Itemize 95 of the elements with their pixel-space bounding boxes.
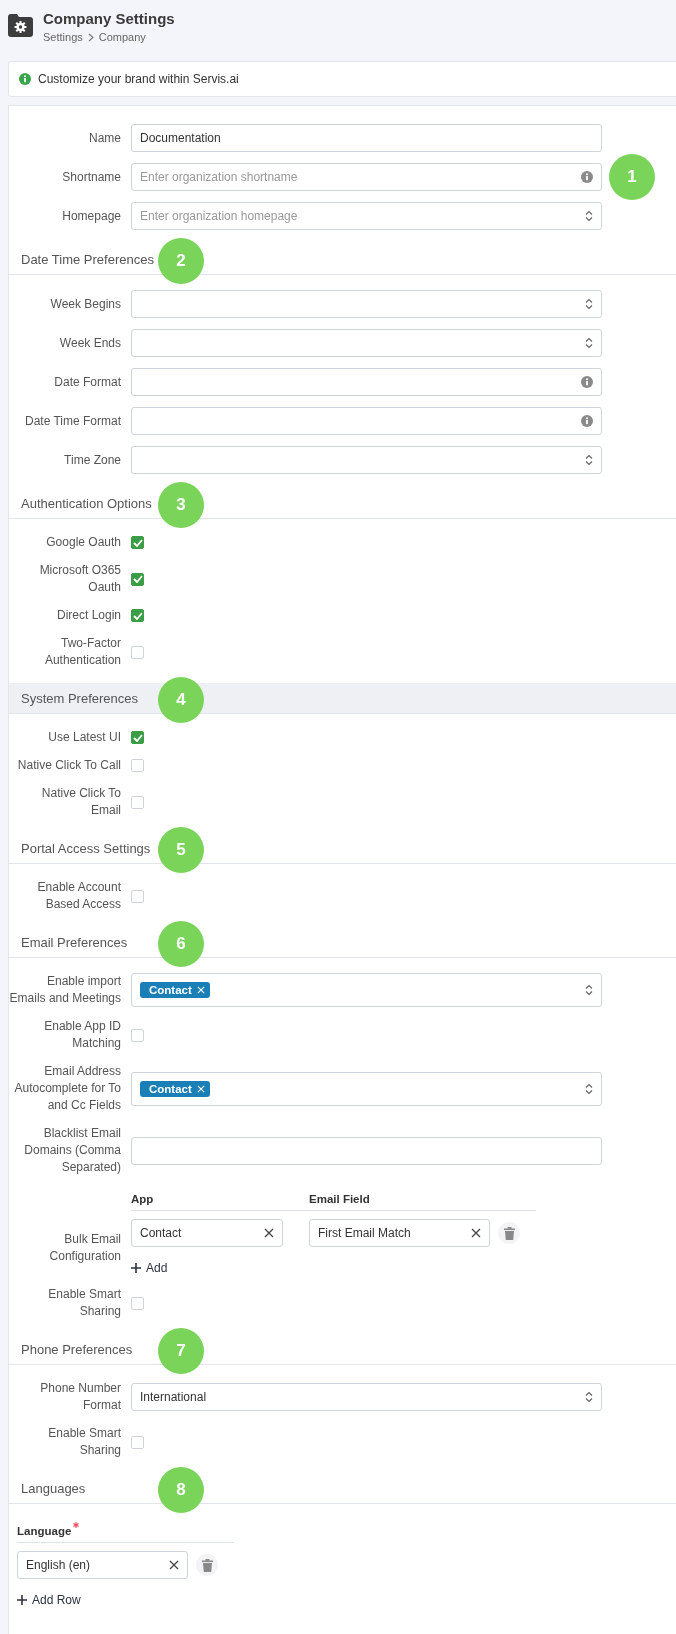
plus-icon bbox=[17, 1595, 27, 1605]
select-field[interactable] bbox=[131, 329, 602, 357]
select-field[interactable] bbox=[131, 446, 602, 474]
select-field[interactable] bbox=[131, 290, 602, 318]
section-heading: Languages bbox=[21, 1480, 86, 1496]
close-icon bbox=[471, 1228, 481, 1238]
field-label: Use Latest UI bbox=[47, 729, 121, 746]
select-field[interactable]: Enter organization homepage bbox=[131, 202, 602, 230]
field-label: Phone Number Format bbox=[39, 1380, 121, 1414]
text-field[interactable] bbox=[131, 407, 602, 435]
section-heading: System Preferences bbox=[21, 690, 139, 706]
remove-tag-button[interactable] bbox=[196, 1084, 205, 1093]
spinner-icon bbox=[585, 298, 593, 310]
breadcrumb-item: Company bbox=[98, 31, 146, 43]
step-marker: 2 bbox=[158, 238, 204, 284]
chevron-right-icon bbox=[87, 32, 94, 42]
field-label: Native Click To Call bbox=[16, 757, 121, 774]
field-label: Week Ends bbox=[58, 334, 121, 352]
select-field[interactable]: English (en) bbox=[17, 1551, 188, 1579]
field-label: Enable import Emails and Meetings bbox=[9, 973, 121, 1007]
clear-button[interactable] bbox=[471, 1228, 481, 1238]
page-title: Company Settings bbox=[43, 10, 175, 28]
step-marker: 3 bbox=[158, 482, 204, 528]
select-field[interactable]: First Email Match bbox=[309, 1219, 490, 1247]
remove-tag-button[interactable] bbox=[196, 986, 205, 994]
field-label: Native Click To Email bbox=[40, 785, 121, 819]
spinner-icon bbox=[585, 984, 593, 996]
plus-icon bbox=[131, 1263, 141, 1273]
field-label: Direct Login bbox=[55, 607, 121, 624]
trash-icon bbox=[503, 1226, 515, 1240]
column-header: App bbox=[131, 1192, 154, 1205]
tag-label: Contact bbox=[149, 984, 192, 996]
delete-button[interactable] bbox=[196, 1554, 218, 1576]
add-button[interactable]: Add bbox=[131, 1261, 168, 1275]
field-label: Enable Smart Sharing bbox=[47, 1425, 121, 1459]
close-icon bbox=[169, 1560, 179, 1570]
step-marker: 1 bbox=[609, 154, 655, 200]
field-label: Name bbox=[88, 129, 121, 147]
trash-icon bbox=[201, 1558, 213, 1572]
step-marker: 4 bbox=[158, 677, 204, 723]
checkbox[interactable] bbox=[131, 609, 144, 622]
column-header: Language bbox=[17, 1524, 72, 1537]
info-icon bbox=[19, 73, 31, 85]
field-label: Date Time Format bbox=[23, 412, 121, 430]
select-field[interactable]: International bbox=[131, 1383, 602, 1411]
spinner-icon bbox=[585, 337, 593, 349]
clear-button[interactable] bbox=[264, 1228, 274, 1238]
tag-label: Contact bbox=[149, 1082, 192, 1095]
field-label: Week Begins bbox=[49, 295, 121, 313]
field-label: Two-Factor Authentication bbox=[43, 635, 121, 669]
text-field[interactable] bbox=[131, 1136, 602, 1165]
checkbox[interactable] bbox=[131, 536, 144, 549]
add-button[interactable]: Add Row bbox=[17, 1593, 81, 1607]
clear-button[interactable] bbox=[169, 1560, 179, 1570]
close-icon bbox=[196, 986, 205, 994]
section-heading: Phone Preferences bbox=[21, 1341, 133, 1357]
spinner-icon bbox=[585, 1082, 593, 1095]
folder-gear-icon bbox=[8, 13, 33, 37]
delete-button[interactable] bbox=[498, 1222, 520, 1244]
spinner-icon bbox=[585, 1391, 593, 1403]
field-label: Time Zone bbox=[63, 451, 121, 469]
field-label: Google Oauth bbox=[45, 534, 121, 551]
field-label: Date Format bbox=[53, 373, 121, 391]
close-icon bbox=[196, 1084, 205, 1093]
text-field[interactable]: Enter organization shortname bbox=[131, 163, 602, 191]
close-icon bbox=[264, 1228, 274, 1238]
multi-select-field[interactable]: Contact bbox=[131, 973, 602, 1007]
field-label: Enable Smart Sharing bbox=[47, 1286, 121, 1320]
field-label: Microsoft O365 Oauth bbox=[38, 562, 121, 596]
breadcrumb-item[interactable]: Settings bbox=[43, 31, 83, 43]
section-heading: Authentication Options bbox=[21, 495, 152, 511]
text-field[interactable]: Documentation bbox=[131, 124, 602, 152]
text-field[interactable] bbox=[131, 368, 602, 396]
section-heading: Portal Access Settings bbox=[21, 840, 151, 856]
spinner-icon bbox=[585, 454, 593, 466]
spinner-icon bbox=[585, 210, 593, 222]
field-label: Enable Account Based Access bbox=[36, 879, 121, 913]
multi-select-field[interactable]: Contact bbox=[131, 1071, 602, 1106]
field-label: Shortname bbox=[61, 168, 121, 186]
notice-text: Customize your brand within Servis.ai bbox=[38, 72, 239, 86]
checkbox[interactable] bbox=[131, 572, 144, 586]
field-label: Enable App ID Matching bbox=[43, 1018, 121, 1052]
step-marker: 7 bbox=[158, 1328, 204, 1374]
column-header: Email Field bbox=[309, 1192, 370, 1205]
step-marker: 5 bbox=[158, 827, 204, 873]
select-field[interactable]: Contact bbox=[131, 1219, 283, 1247]
section-heading: Date Time Preferences bbox=[21, 251, 154, 267]
field-label: Email Address Autocomplete for To and Cc Fields bbox=[13, 1063, 121, 1114]
step-marker: 8 bbox=[158, 1467, 204, 1513]
field-label: Blacklist Email Domains (Comma Separated) bbox=[23, 1125, 121, 1176]
field-label: Homepage bbox=[61, 207, 121, 225]
checkbox[interactable] bbox=[131, 731, 144, 744]
section-heading: Email Preferences bbox=[21, 934, 128, 950]
step-marker: 6 bbox=[158, 921, 204, 967]
field-label: Bulk Email Configuration bbox=[48, 1231, 121, 1265]
